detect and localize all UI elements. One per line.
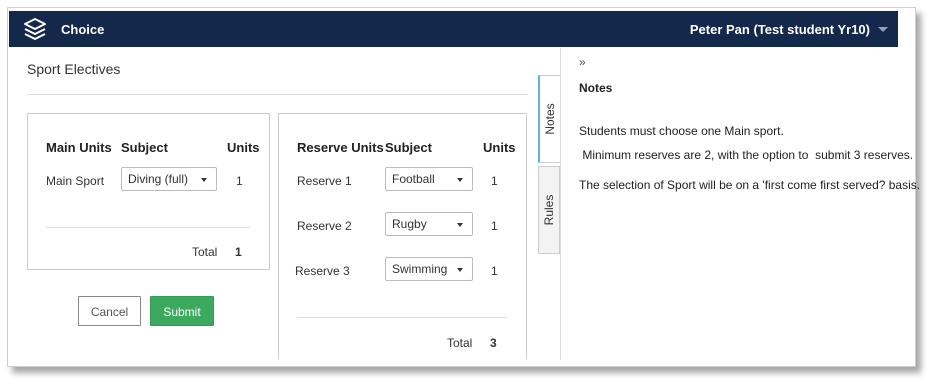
select-value: Diving (full) bbox=[128, 172, 189, 186]
note-line: Minimum reserves are 2, with the option … bbox=[579, 148, 914, 162]
total-label: Total bbox=[192, 245, 218, 259]
tab-rules-label: Rules bbox=[542, 194, 556, 226]
row-label: Reserve 1 bbox=[297, 174, 352, 188]
caret-down-icon bbox=[201, 178, 207, 182]
main-sport-select[interactable]: Diving (full) bbox=[121, 167, 217, 191]
caret-down-icon bbox=[457, 223, 463, 227]
total-label: Total bbox=[447, 336, 473, 350]
subject-header: Subject bbox=[121, 140, 168, 155]
row-label: Reserve 3 bbox=[295, 264, 350, 278]
page-title: Sport Electives bbox=[27, 61, 121, 77]
row-label: Main Sport bbox=[46, 174, 105, 188]
divider bbox=[27, 94, 528, 95]
select-value: Swimming bbox=[392, 262, 448, 276]
select-value: Rugby bbox=[392, 217, 427, 231]
row-label: Reserve 2 bbox=[297, 219, 352, 233]
units-header: Units bbox=[227, 140, 260, 155]
note-line: Students must choose one Main sport. bbox=[579, 124, 784, 138]
units-value: 1 bbox=[491, 219, 498, 233]
subject-header: Subject bbox=[385, 140, 432, 155]
app-title[interactable]: Choice bbox=[61, 22, 104, 37]
units-value: 1 bbox=[491, 264, 498, 278]
reserve-2-select[interactable]: Rugby bbox=[385, 212, 473, 236]
main-units-header: Main Units bbox=[46, 140, 112, 155]
reserve-units-panel: Reserve Units Subject Units Reserve 1 Fo… bbox=[278, 113, 527, 359]
stacked-layers-icon[interactable] bbox=[23, 17, 47, 41]
tab-notes-label: Notes bbox=[543, 103, 557, 135]
select-value: Football bbox=[392, 172, 435, 186]
units-value: 1 bbox=[491, 174, 498, 188]
chevron-down-icon[interactable] bbox=[878, 27, 888, 32]
tab-notes[interactable]: Notes bbox=[538, 75, 560, 163]
total-value: 3 bbox=[490, 336, 497, 350]
units-value: 1 bbox=[236, 174, 243, 188]
top-navbar: Choice Peter Pan (Test student Yr10) bbox=[9, 11, 898, 47]
units-header: Units bbox=[483, 140, 516, 155]
notes-title: Notes bbox=[579, 81, 613, 95]
divider bbox=[560, 48, 561, 360]
cancel-button[interactable]: Cancel bbox=[78, 296, 141, 326]
note-line: The selection of Sport will be on a 'fir… bbox=[579, 178, 921, 192]
reserve-units-header: Reserve Units bbox=[297, 140, 384, 155]
user-menu[interactable]: Peter Pan (Test student Yr10) bbox=[690, 22, 870, 37]
submit-button[interactable]: Submit bbox=[150, 296, 214, 326]
tab-rules[interactable]: Rules bbox=[538, 166, 560, 254]
divider bbox=[297, 317, 507, 318]
reserve-3-select[interactable]: Swimming bbox=[385, 257, 473, 281]
total-value: 1 bbox=[235, 245, 242, 259]
divider bbox=[46, 227, 250, 228]
reserve-1-select[interactable]: Football bbox=[385, 167, 473, 191]
collapse-panel-icon[interactable]: » bbox=[579, 55, 586, 69]
main-units-panel: Main Units Subject Units Main Sport Divi… bbox=[27, 113, 270, 270]
caret-down-icon bbox=[457, 178, 463, 182]
caret-down-icon bbox=[457, 268, 463, 272]
